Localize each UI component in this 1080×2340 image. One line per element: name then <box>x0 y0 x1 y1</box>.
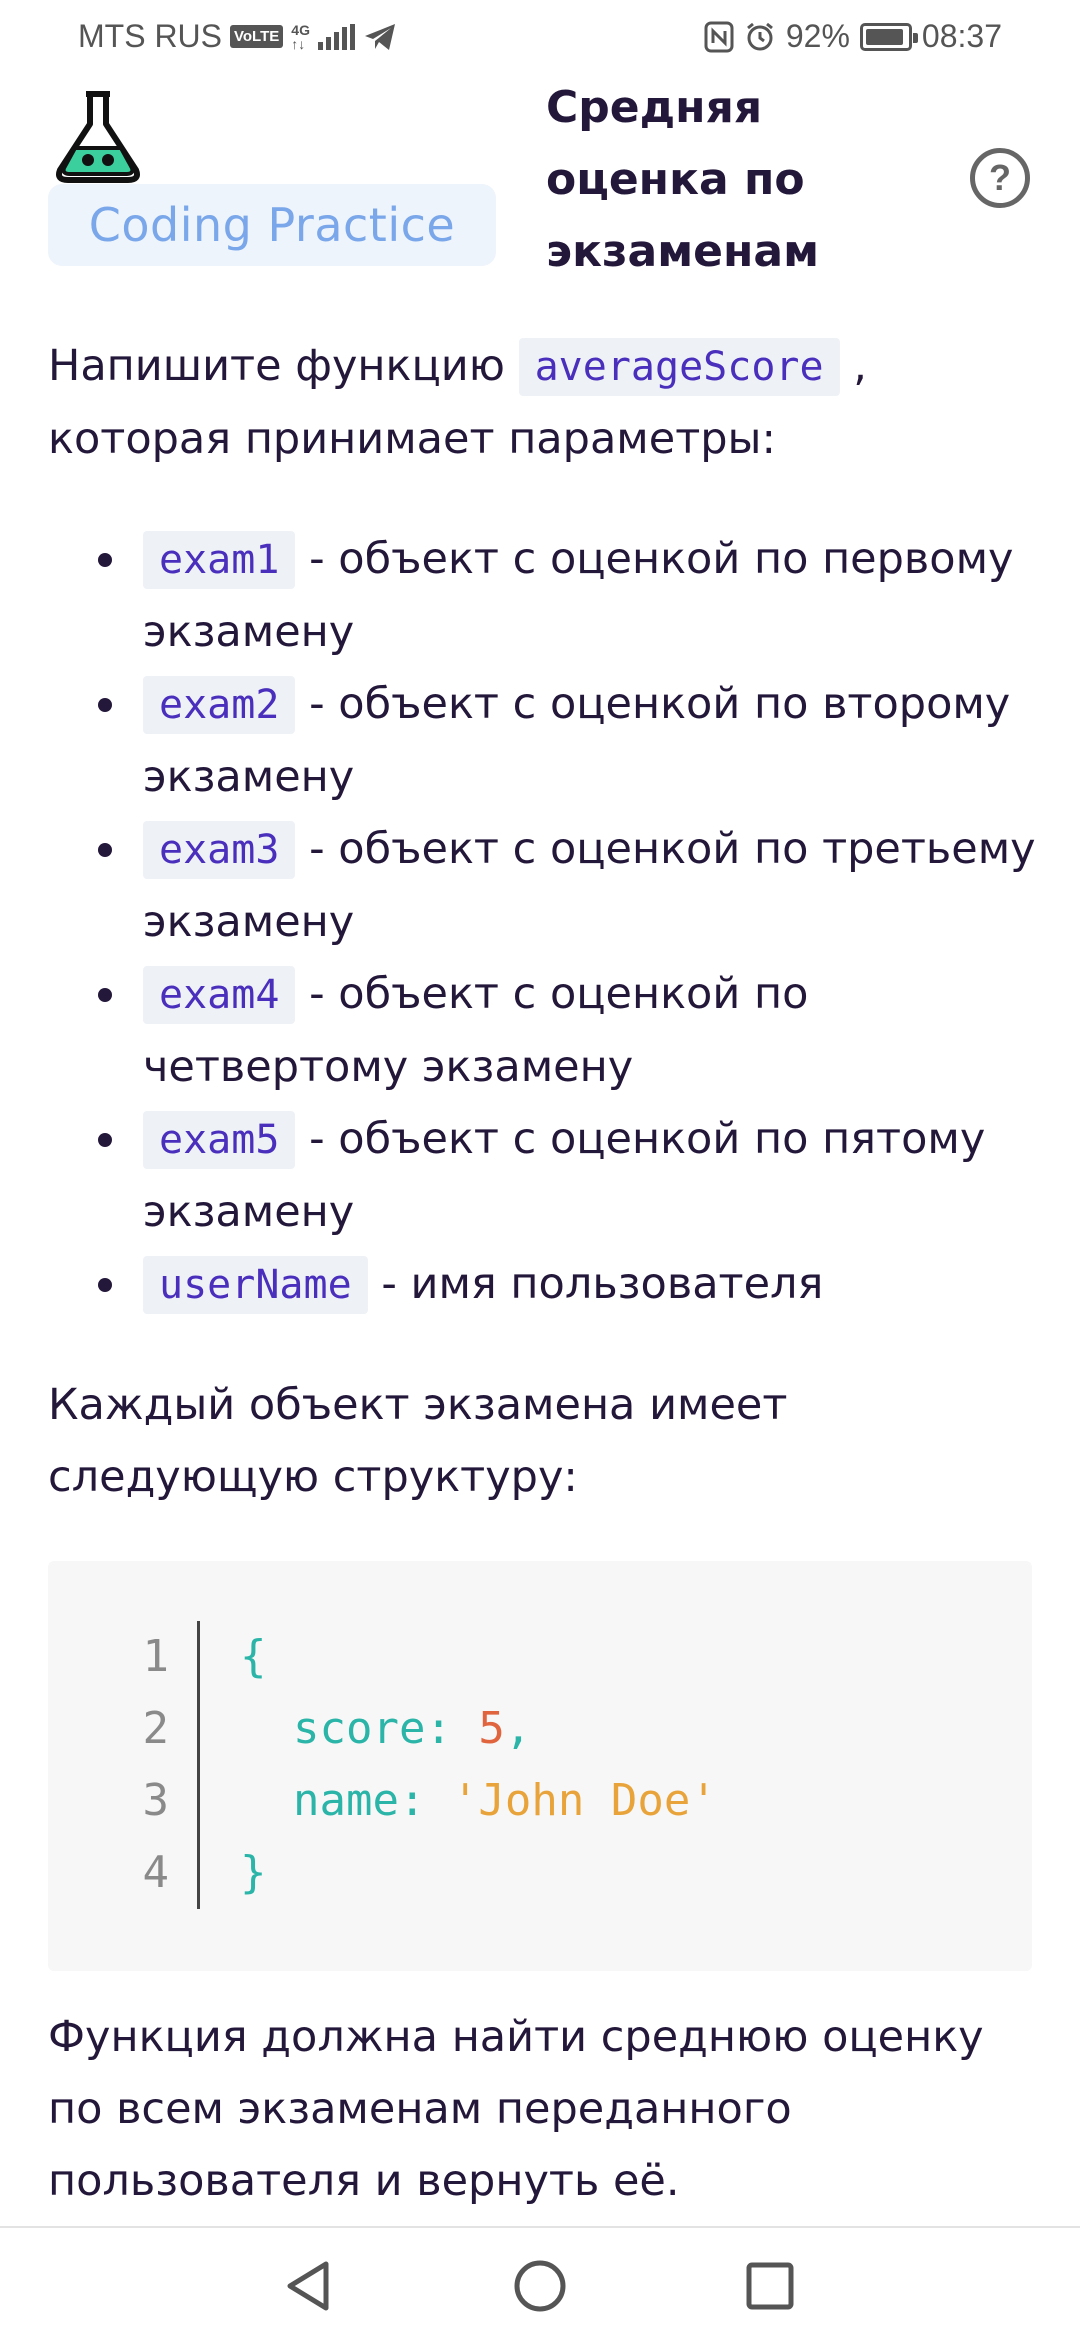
param-code: exam2 <box>143 676 296 734</box>
intro-paragraph: Напишите функцию averageScore , которая … <box>48 330 1038 475</box>
telegram-icon <box>364 23 395 50</box>
battery-percent: 92% <box>785 18 850 54</box>
param-code: exam4 <box>143 966 296 1024</box>
param-code: exam3 <box>143 821 296 879</box>
volte-icon: VoLTE <box>230 25 284 48</box>
nfc-icon <box>704 21 734 52</box>
task-paragraph: Функция должна найти среднюю оценку по в… <box>48 2012 984 2206</box>
flask-logo-icon <box>56 91 140 183</box>
list-item: exam1 - объект с оценкой по первому экза… <box>98 523 1038 668</box>
code-text: score: 5, <box>200 1693 531 1765</box>
line-number: 4 <box>118 1837 200 1909</box>
clock: 08:37 <box>921 18 1002 54</box>
status-bar: MTS RUS VoLTE 4G ↑↓ 92% 08:37 <box>0 0 1080 72</box>
param-text: - имя пользователя <box>381 1259 824 1309</box>
structure-paragraph: Каждый объект экзамена имеет следующую с… <box>48 1380 788 1502</box>
code-text: { <box>240 1631 267 1682</box>
code-text: } <box>240 1847 267 1898</box>
line-number: 3 <box>118 1765 200 1837</box>
name-value: 'John Doe' <box>451 1775 717 1826</box>
battery-icon <box>859 22 918 51</box>
system-nav-bar <box>0 2226 1080 2340</box>
code-line: 4 } <box>118 1837 717 1909</box>
params-list: exam1 - объект с оценкой по первому экза… <box>98 523 1038 1321</box>
recents-square-icon <box>746 2262 794 2310</box>
code-line: 3 name: 'John Doe' <box>118 1765 717 1837</box>
score-value: 5 <box>478 1703 505 1754</box>
network-type-icon: 4G ↑↓ <box>291 21 310 52</box>
coding-practice-badge: Coding Practice <box>48 184 496 266</box>
list-item: exam3 - объект с оценкой по третьему экз… <box>98 813 1038 958</box>
code-example: 1 { 2 score: 5, 3 name: 'John Doe' 4 } <box>48 1561 1032 1971</box>
line-number: 2 <box>118 1693 200 1765</box>
name-key: name: <box>292 1775 452 1826</box>
code-lines: 1 { 2 score: 5, 3 name: 'John Doe' 4 } <box>118 1621 717 1909</box>
battery-fill <box>865 28 903 45</box>
param-code: exam1 <box>143 531 296 589</box>
param-code: userName <box>143 1256 368 1314</box>
signal-strength-icon <box>317 23 355 50</box>
question-mark-icon: ? <box>989 157 1011 198</box>
function-name-code: averageScore <box>518 338 840 396</box>
code-line: 1 { <box>118 1621 717 1693</box>
header: Coding Practice Средняя оценка по экзаме… <box>0 72 1080 292</box>
alarm-icon <box>746 22 773 50</box>
help-button[interactable]: ? <box>970 148 1030 208</box>
recents-button[interactable] <box>740 2256 800 2316</box>
list-item: exam4 - объект с оценкой по четвертому э… <box>98 958 1038 1103</box>
home-button[interactable] <box>510 2256 570 2316</box>
back-button[interactable] <box>278 2256 338 2316</box>
page-title: Средняя оценка по экзаменам <box>546 82 820 277</box>
status-left: MTS RUS VoLTE 4G ↑↓ <box>78 18 397 55</box>
back-triangle-icon <box>287 2261 329 2311</box>
list-item: userName - имя пользователя <box>98 1248 1038 1321</box>
comma: , <box>504 1703 532 1754</box>
carrier-name: MTS RUS <box>78 18 222 54</box>
code-line: 2 score: 5, <box>118 1693 717 1765</box>
intro-text: Напишите функцию <box>48 341 505 391</box>
task-description: Напишите функцию averageScore , которая … <box>48 330 1038 2265</box>
list-item: exam5 - объект с оценкой по пятому экзам… <box>98 1103 1038 1248</box>
score-key: score: <box>292 1703 479 1754</box>
home-circle-icon <box>514 2260 566 2312</box>
list-item: exam2 - объект с оценкой по второму экза… <box>98 668 1038 813</box>
line-number: 1 <box>118 1621 200 1693</box>
code-text: name: 'John Doe' <box>200 1765 717 1837</box>
param-code: exam5 <box>143 1111 296 1169</box>
status-right: 92% 08:37 <box>704 18 1002 55</box>
